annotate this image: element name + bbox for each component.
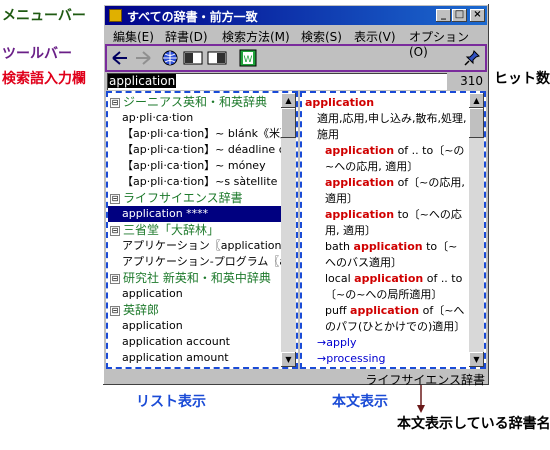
callout-hit-count: ヒット数 [494,71,550,87]
dictionary-window: すべての辞書・前方一致 _ □ × 編集(E) 辞書(D) 検索方法(M) 検索… [103,4,489,387]
maximize-button[interactable]: □ [452,9,467,22]
app-icon [109,9,122,22]
menu-edit[interactable]: 編集(E) [113,28,154,45]
example-line: application of〔~の応用, 適用〕 [325,176,465,205]
body-pane[interactable]: application 適用,応用,申し込み,散布,処理,施用 applicat… [300,91,486,369]
collapse-icon[interactable]: ⊟ [110,306,120,316]
list-item[interactable]: 【ap·pli·ca·tion】~ móney [108,158,266,174]
menu-search[interactable]: 検索(S) [301,28,342,45]
collapse-icon[interactable]: ⊟ [110,274,120,284]
hit-count: 310 [460,74,483,88]
callout-toolbar: ツールバー [2,46,72,62]
menu-bar: 編集(E) 辞書(D) 検索方法(M) 検索(S) 表示(V) オプション(O) [105,26,487,59]
search-input-value: application [108,74,177,88]
dict-group-genius[interactable]: ⊟ ジーニアス英和・和英辞典 [108,94,267,110]
entry-body: application 適用,応用,申し込み,散布,処理,施用 applicat… [305,95,468,367]
list-item[interactable]: 【ap·pli·ca·tion】~s sàtellite [108,174,277,190]
example-line: application to〔~への応用, 適用〕 [325,208,462,237]
collapse-icon[interactable]: ⊟ [110,226,120,236]
list-item[interactable]: アプリケーション-プログラム〖a [108,254,286,270]
link-processing[interactable]: →processing [305,351,468,367]
scroll-down-icon[interactable]: ▼ [469,352,484,367]
callout-dict-name: 本文表示している辞書名 [397,416,550,432]
dict-group-daijirin[interactable]: ⊟ 三省堂「大辞林」 [108,222,219,238]
dict-group-kenkyusha[interactable]: ⊟ 研究社 新英和・和英中辞典 [108,270,271,286]
text-view-icon[interactable] [207,49,227,67]
list-item[interactable]: 【ap·pli·ca·tion】~ déadline d [108,142,286,158]
body-scrollbar[interactable]: ▲ ▼ [469,93,484,367]
forward-icon[interactable] [134,49,152,67]
callout-menubar: メニューバー [2,8,86,24]
scroll-thumb[interactable] [469,108,484,138]
list-pane[interactable]: ⊟ ジーニアス英和・和英辞典 ap·pli·ca·tion 【ap·pli·ca·… [106,91,298,369]
entry-definition: 適用,応用,申し込み,散布,処理,施用 [317,112,467,141]
scroll-thumb[interactable] [281,108,296,138]
dictionary-icon[interactable]: W [239,49,257,67]
arrow-down-icon [417,385,425,413]
example-line: local application of .. to〔~の~への局所適用〕 [325,272,463,301]
menu-view[interactable]: 表示(V) [354,28,396,45]
back-icon[interactable] [111,49,129,67]
close-button[interactable]: × [470,9,485,22]
svg-text:W: W [244,55,253,65]
list-scrollbar[interactable]: ▲ ▼ [281,93,296,367]
list-item[interactable]: application [108,318,183,334]
example-line: puff application of〔~へのパフ(ひとかけでの)適用〕 [325,304,466,333]
entry-headword: application [305,96,375,109]
list-item[interactable]: アプリケーション〖application〗 [108,238,292,254]
list-item[interactable]: application amount [108,350,229,366]
callout-search-field: 検索語入力欄 [2,71,86,87]
dict-group-lifescience[interactable]: ⊟ ライフサイエンス辞書 [108,190,243,206]
list-item[interactable]: 【ap·pli·ca·tion】~ blánk《米》[ [108,126,295,142]
title-bar[interactable]: すべての辞書・前方一致 _ □ × [105,6,487,25]
example-line: application of .. to〔~の~への応用, 適用〕 [325,144,465,173]
collapse-icon[interactable]: ⊟ [110,194,120,204]
search-input[interactable]: application [107,73,447,90]
window-title: すべての辞書・前方一致 [127,10,258,24]
minimize-button[interactable]: _ [436,9,451,22]
scroll-up-icon[interactable]: ▲ [281,93,296,108]
toolbar: W [105,44,487,72]
example-line: bath application to〔~へのバス適用〕 [325,240,458,269]
globe-icon[interactable] [161,49,179,67]
callout-list-view: リスト表示 [136,394,206,410]
status-bar: ライフサイエンス辞書 [105,370,487,387]
search-bar: application 310 [105,73,487,90]
list-item[interactable]: application [108,286,183,302]
list-item[interactable]: ap·pli·ca·tion [108,110,193,126]
scroll-down-icon[interactable]: ▼ [281,352,296,367]
scroll-up-icon[interactable]: ▲ [469,93,484,108]
list-item[interactable]: application account [108,334,230,350]
callout-body-view: 本文表示 [332,394,388,410]
collapse-icon[interactable]: ⊟ [110,98,120,108]
menu-dictionary[interactable]: 辞書(D) [165,28,208,45]
list-item-selected[interactable]: application **** [108,206,294,222]
list-view-icon[interactable] [183,49,203,67]
status-dict-name: ライフサイエンス辞書 [365,373,485,387]
dict-group-eijiro[interactable]: ⊟ 英辞郎 [108,302,159,318]
pin-icon[interactable] [463,49,481,67]
link-apply[interactable]: →apply [305,335,468,351]
menu-search-method[interactable]: 検索方法(M) [222,28,290,45]
